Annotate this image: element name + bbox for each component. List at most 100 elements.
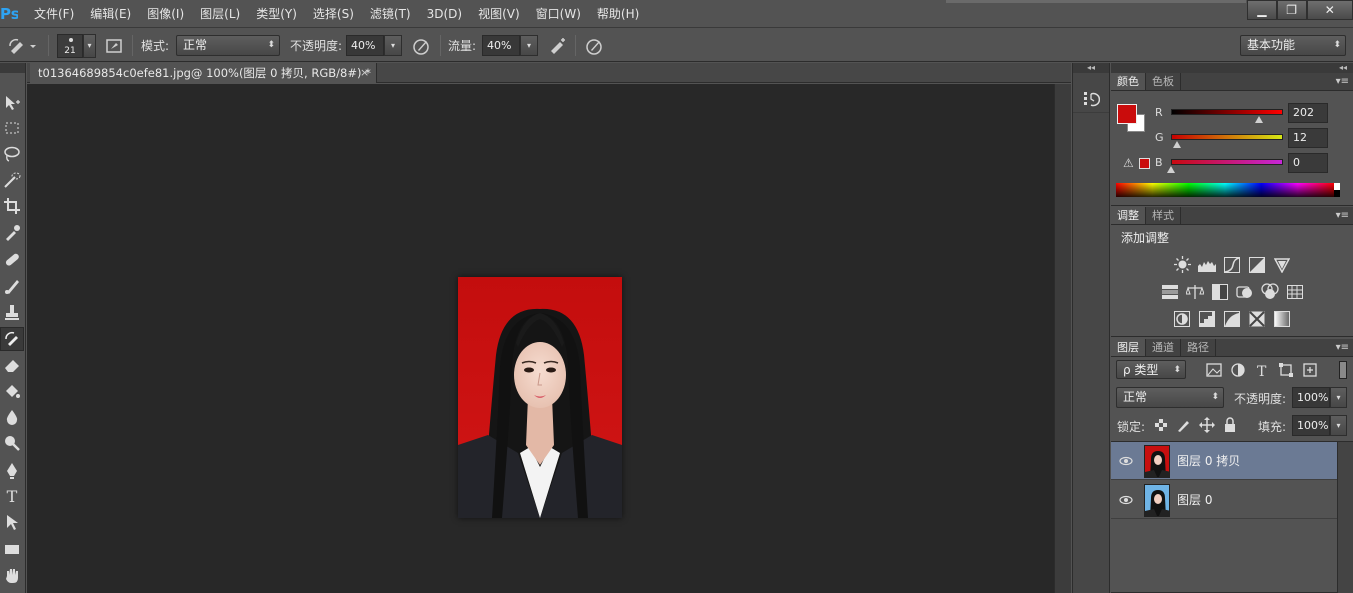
- flow-dropdown-arrow[interactable]: ▾: [520, 35, 538, 56]
- layer-filter-select[interactable]: ρ 类型 ⬍: [1116, 360, 1186, 379]
- menu-filter[interactable]: 滤镜(T): [362, 0, 419, 28]
- tab-styles[interactable]: 样式: [1146, 207, 1181, 224]
- close-window-button[interactable]: ✕: [1306, 0, 1353, 20]
- marquee-tool[interactable]: [0, 116, 24, 140]
- green-value[interactable]: 12: [1288, 128, 1328, 148]
- brush-picker[interactable]: 21 ▾: [57, 29, 96, 62]
- green-track[interactable]: [1171, 134, 1283, 140]
- layer-row-base[interactable]: 图层 0: [1111, 481, 1337, 519]
- blue-thumb[interactable]: [1167, 166, 1175, 173]
- menu-window[interactable]: 窗口(W): [528, 0, 589, 28]
- blend-mode-select[interactable]: 正常 ⬍: [1116, 387, 1224, 408]
- move-tool[interactable]: [0, 91, 24, 115]
- posterize-icon[interactable]: [1198, 309, 1217, 328]
- green-slider[interactable]: G 12: [1151, 128, 1351, 153]
- healing-brush-tool[interactable]: [0, 248, 24, 272]
- adjustment-filter-icon[interactable]: [1229, 361, 1247, 379]
- color-spectrum-ramp[interactable]: [1116, 183, 1340, 197]
- filter-toggle-switch[interactable]: [1339, 361, 1347, 379]
- menu-help[interactable]: 帮助(H): [589, 0, 647, 28]
- eraser-tool[interactable]: [0, 353, 24, 377]
- panel-menu-icon[interactable]: ▾≡: [1336, 339, 1349, 357]
- visibility-eye-icon[interactable]: [1119, 493, 1133, 507]
- menu-layer[interactable]: 图层(L): [192, 0, 248, 28]
- panel-collapse-strip[interactable]: ◂◂: [1111, 63, 1353, 73]
- tab-swatches[interactable]: 色板: [1146, 73, 1181, 90]
- clone-stamp-tool[interactable]: [0, 300, 24, 324]
- tablet-size-toggle[interactable]: [584, 29, 604, 62]
- layer-row-copy[interactable]: 图层 0 拷贝: [1111, 442, 1337, 480]
- dock-collapse-button[interactable]: ◂◂: [1073, 63, 1109, 73]
- flow-input[interactable]: 40%: [482, 35, 520, 56]
- tab-color[interactable]: 颜色: [1111, 73, 1146, 90]
- tablet-opacity-toggle[interactable]: [411, 29, 431, 62]
- tab-adjustments[interactable]: 调整: [1111, 207, 1146, 224]
- brush-dropdown-arrow[interactable]: ▾: [83, 33, 96, 58]
- red-thumb[interactable]: [1255, 116, 1264, 123]
- quick-selection-tool[interactable]: [0, 168, 24, 192]
- gamut-color-chip[interactable]: [1139, 158, 1150, 169]
- airbrush-toggle[interactable]: [547, 29, 567, 62]
- blue-track[interactable]: [1171, 159, 1283, 165]
- selective-color-icon[interactable]: [1248, 309, 1267, 328]
- tool-preset-picker[interactable]: [6, 29, 36, 62]
- threshold-icon[interactable]: [1223, 309, 1242, 328]
- history-brush-tool[interactable]: [0, 327, 24, 351]
- green-thumb[interactable]: [1172, 141, 1181, 148]
- hue-saturation-icon[interactable]: [1160, 282, 1179, 301]
- paint-bucket-tool[interactable]: [0, 379, 24, 403]
- brush-panel-toggle[interactable]: [104, 29, 124, 62]
- opacity-dropdown-arrow[interactable]: ▾: [384, 35, 402, 56]
- blur-tool[interactable]: [0, 405, 24, 429]
- menu-3d[interactable]: 3D(D): [419, 0, 470, 28]
- canvas-scrollbar[interactable]: [1054, 84, 1071, 593]
- gradient-map-icon[interactable]: [1273, 309, 1292, 328]
- document-tab[interactable]: t01364689854c0efe81.jpg@ 100%(图层 0 拷贝, R…: [30, 63, 377, 83]
- blue-value[interactable]: 0: [1288, 153, 1328, 173]
- vibrance-icon[interactable]: [1273, 255, 1292, 274]
- curves-icon[interactable]: [1223, 255, 1242, 274]
- blue-slider[interactable]: B 0: [1151, 153, 1351, 178]
- history-panel-button[interactable]: [1073, 85, 1109, 113]
- panel-menu-icon[interactable]: ▾≡: [1336, 207, 1349, 225]
- opacity-input[interactable]: 40%: [346, 35, 384, 56]
- tab-channels[interactable]: 通道: [1146, 339, 1181, 356]
- workspace-select[interactable]: 基本功能 ⬍: [1240, 35, 1346, 56]
- lock-position-icon[interactable]: [1199, 417, 1215, 433]
- visibility-eye-icon[interactable]: [1119, 454, 1133, 468]
- photo-filter-icon[interactable]: [1235, 282, 1254, 301]
- type-filter-icon[interactable]: T: [1253, 361, 1271, 379]
- channel-mixer-icon[interactable]: [1260, 282, 1279, 301]
- minimize-button[interactable]: ▁: [1247, 0, 1277, 20]
- shape-filter-icon[interactable]: [1277, 361, 1295, 379]
- lock-transparency-icon[interactable]: [1153, 417, 1169, 433]
- restore-button[interactable]: ❐: [1276, 0, 1307, 20]
- rectangle-tool[interactable]: [0, 537, 24, 561]
- layer-opacity-input[interactable]: 100%: [1292, 387, 1330, 408]
- gamut-warning-icon[interactable]: ⚠: [1123, 156, 1134, 170]
- menu-edit[interactable]: 编辑(E): [82, 0, 139, 28]
- path-selection-tool[interactable]: [0, 510, 24, 534]
- layer-opacity-arrow[interactable]: ▾: [1330, 387, 1347, 408]
- color-balance-icon[interactable]: [1185, 282, 1204, 301]
- pen-tool[interactable]: [0, 458, 24, 482]
- tab-layers[interactable]: 图层: [1111, 339, 1146, 356]
- lock-pixels-icon[interactable]: [1176, 417, 1192, 433]
- lock-all-icon[interactable]: [1222, 417, 1238, 433]
- smart-object-filter-icon[interactable]: [1301, 361, 1319, 379]
- hand-tool[interactable]: [0, 563, 24, 587]
- dodge-tool[interactable]: [0, 431, 24, 455]
- layers-scrollbar[interactable]: [1337, 442, 1353, 593]
- brightness-icon[interactable]: [1173, 255, 1192, 274]
- id-photo[interactable]: [458, 277, 622, 518]
- invert-icon[interactable]: [1173, 309, 1192, 328]
- layer-name-base[interactable]: 图层 0: [1177, 481, 1212, 519]
- tab-paths[interactable]: 路径: [1181, 339, 1216, 356]
- red-track[interactable]: [1171, 109, 1283, 115]
- mode-select[interactable]: 正常 ⬍: [176, 35, 280, 56]
- menu-select[interactable]: 选择(S): [305, 0, 362, 28]
- type-tool[interactable]: T: [0, 484, 24, 508]
- layer-name-copy[interactable]: 图层 0 拷贝: [1177, 442, 1240, 480]
- fill-input[interactable]: 100%: [1292, 415, 1330, 436]
- lasso-tool[interactable]: [0, 142, 24, 166]
